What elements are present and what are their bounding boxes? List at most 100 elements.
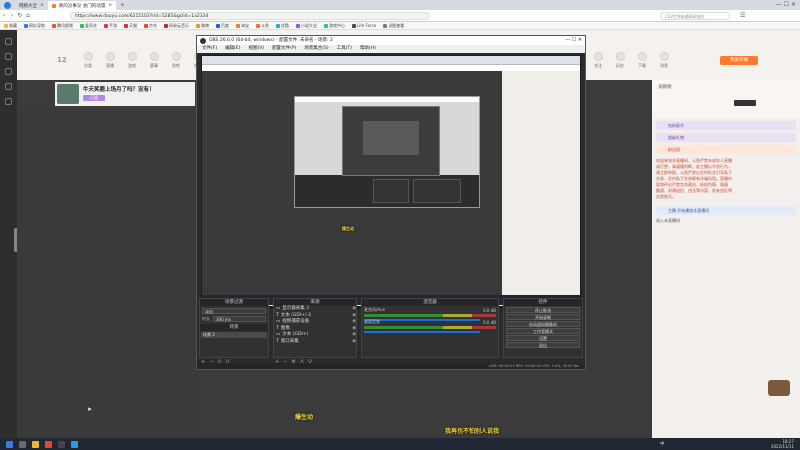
bookmark-item[interactable]: 百度 <box>216 23 229 29</box>
control-button[interactable]: 启动虚拟摄像机 <box>506 321 580 327</box>
bookmark-item[interactable]: 淘宝 <box>236 23 249 29</box>
forward-icon[interactable]: › <box>8 12 16 20</box>
header-right-item[interactable]: 下载 <box>631 52 653 69</box>
fish-bar-icon[interactable] <box>5 83 12 90</box>
window-controls[interactable]: — ☐ ✕ <box>565 36 582 45</box>
video-icon[interactable] <box>5 68 12 75</box>
start-icon[interactable] <box>6 440 13 448</box>
chat-messages: 欢迎来到本直播间，斗鱼严禁未成年人直播 或打赏，请谨慎判断，若主播以不良行为， 请立… <box>652 158 800 200</box>
mixer-row: 桌面音频 0.0 dB <box>362 318 498 333</box>
folder-icon[interactable] <box>32 440 39 448</box>
control-button[interactable]: 停止推流 <box>506 307 580 313</box>
browser-tab-1[interactable]: 网络大全 × <box>15 1 48 10</box>
home-icon[interactable]: ⌂ <box>24 12 32 20</box>
bookmark-item[interactable]: 天猫 <box>124 23 137 29</box>
gift-banner[interactable]: 粉丝团 <box>656 145 796 154</box>
home-icon[interactable] <box>5 38 12 45</box>
header-nav-item[interactable]: 鱼吧 <box>165 52 187 69</box>
obs-app-icon[interactable] <box>58 440 65 448</box>
browser-search-input[interactable]: CS2世界级最精彩操作 <box>660 12 730 20</box>
bookmark-label: 京东 <box>149 22 157 28</box>
bookmark-item[interactable]: 网址导航 <box>24 23 45 29</box>
category-icon[interactable] <box>5 53 12 60</box>
browser-tab-2[interactable]: 真的没事没 会门的动漫 × <box>47 1 116 10</box>
control-button[interactable]: 退出 <box>506 342 580 348</box>
browser-logo-icon[interactable] <box>4 1 11 9</box>
obs-preview[interactable]: 爆生动 <box>201 55 581 309</box>
volume-meter <box>364 326 496 329</box>
bookmark-item[interactable]: Life Force <box>352 23 376 28</box>
header-right-item[interactable]: 历史 <box>609 52 631 69</box>
mixer-list: 麦克风/Aux 0.0 dB 桌面音频 0.0 dB <box>362 306 498 333</box>
control-button[interactable]: 开始录制 <box>506 314 580 320</box>
browser2-app-icon[interactable] <box>71 440 78 448</box>
text-source-icon: T <box>276 338 279 344</box>
clock[interactable]: 18:27 2022/11/11 <box>771 439 794 449</box>
header-nav-item[interactable]: 分类 <box>77 52 99 69</box>
refresh-icon[interactable]: ↻ <box>16 12 24 20</box>
bookmark-item[interactable]: 爱奇艺 <box>80 23 97 29</box>
source-item[interactable]: T 窗口采集 ◉ <box>274 339 356 346</box>
bookmark-item[interactable]: 游戏中心 <box>324 23 345 29</box>
input-language[interactable]: 中 <box>660 441 665 447</box>
volume-slider[interactable] <box>364 331 481 333</box>
bookmark-label: 百度 <box>221 22 229 28</box>
controls-list: 停止推流 开始录制 启动虚拟摄像机 工作室模式 设置 退出 <box>504 307 582 348</box>
nav-icon <box>105 52 115 61</box>
sources-panel: 来源 ▭ 显示器采集 2 ◉ T 文本 (GDI+) 2 ◉ ▭ 视频捕获设备 ◉ T 图像 ◉ ▭ 文本… <box>273 298 357 358</box>
close-icon[interactable]: × <box>108 3 112 8</box>
bookmark-item[interactable]: 小说大全 <box>296 23 317 29</box>
panel-title: 来源 <box>274 299 356 306</box>
game-icon[interactable] <box>5 98 12 105</box>
bookmark-item[interactable]: 收藏 <box>4 23 17 29</box>
avatar[interactable] <box>57 84 79 104</box>
back-icon[interactable]: ‹ <box>0 12 8 20</box>
bookmark-item[interactable]: 腾讯视频 <box>52 23 73 29</box>
header-nav-item[interactable]: 赛事 <box>143 52 165 69</box>
volume-meter <box>364 314 496 317</box>
nav-label: 下载 <box>638 63 646 68</box>
url-input[interactable]: https://www.douyu.com/6215103?rid=5285&g… <box>70 12 430 20</box>
browser-app-icon[interactable] <box>45 440 52 448</box>
header-right-item[interactable]: 消息 <box>653 52 675 69</box>
bookmark-item[interactable]: 手游 <box>104 23 117 29</box>
control-button[interactable]: 设置 <box>506 335 580 341</box>
obs-menu-item[interactable]: 工具(T) <box>337 46 352 51</box>
obs-window[interactable]: OBS 26.0.0 (64-bit, windows) - 配置文件: 未命名… <box>196 35 586 370</box>
gift-banner[interactable]: 超级礼物 <box>656 133 796 142</box>
eye-icon[interactable]: ◉ <box>352 339 356 346</box>
duration-input[interactable]: 300 ms <box>213 316 266 322</box>
header-nav-item[interactable]: 游戏 <box>121 52 143 69</box>
bookmark-item[interactable]: 京东 <box>144 23 157 29</box>
obs-menu-item[interactable]: 场景集合(S) <box>304 46 328 51</box>
new-tab-icon[interactable]: + <box>120 2 125 9</box>
bookmark-icon <box>256 23 260 28</box>
obs-menu-item[interactable]: 帮助(H) <box>360 46 376 51</box>
nav-icon <box>637 52 647 61</box>
bookmark-item[interactable]: 试图查看 <box>383 23 404 29</box>
rank-button[interactable] <box>734 100 756 106</box>
bookmark-item[interactable]: 优酷 <box>276 23 289 29</box>
go-live-button[interactable]: 我要开播 <box>720 56 758 65</box>
scene-item[interactable]: 场景 2 <box>201 332 267 338</box>
obs-menu-item[interactable]: 配置文件(P) <box>272 46 296 51</box>
mixer-row: 麦克风/Aux 0.0 dB <box>362 306 498 321</box>
menu-icon[interactable]: ☰ <box>740 12 745 19</box>
bookmark-item[interactable]: 网易云音乐 <box>164 23 189 29</box>
obs-menu-item[interactable]: 编辑(E) <box>225 46 240 51</box>
control-button[interactable]: 工作室模式 <box>506 328 580 334</box>
close-icon[interactable]: × <box>40 3 44 8</box>
bookmark-item[interactable]: 微博 <box>196 23 209 29</box>
obs-title: OBS 26.0.0 (64-bit, windows) - 配置文件: 未命名… <box>197 36 585 45</box>
search-icon[interactable] <box>19 440 26 448</box>
transition-select[interactable]: 淡出 <box>202 308 266 314</box>
obs-menu-item[interactable]: 文件(F) <box>202 46 217 51</box>
obs-menu-item[interactable]: 视图(V) <box>248 46 264 51</box>
subscribe-button[interactable]: 订阅 <box>83 95 105 101</box>
bookmark-item[interactable]: 斗鱼 <box>256 23 269 29</box>
window-controls[interactable]: — ☐ ✕ <box>776 1 796 8</box>
gift-banner[interactable]: 钻粉豪华 <box>656 121 796 130</box>
bookmark-icon <box>383 23 388 28</box>
header-right-item[interactable]: 关注 <box>587 52 609 69</box>
header-nav-item[interactable]: 直播 <box>99 52 121 69</box>
